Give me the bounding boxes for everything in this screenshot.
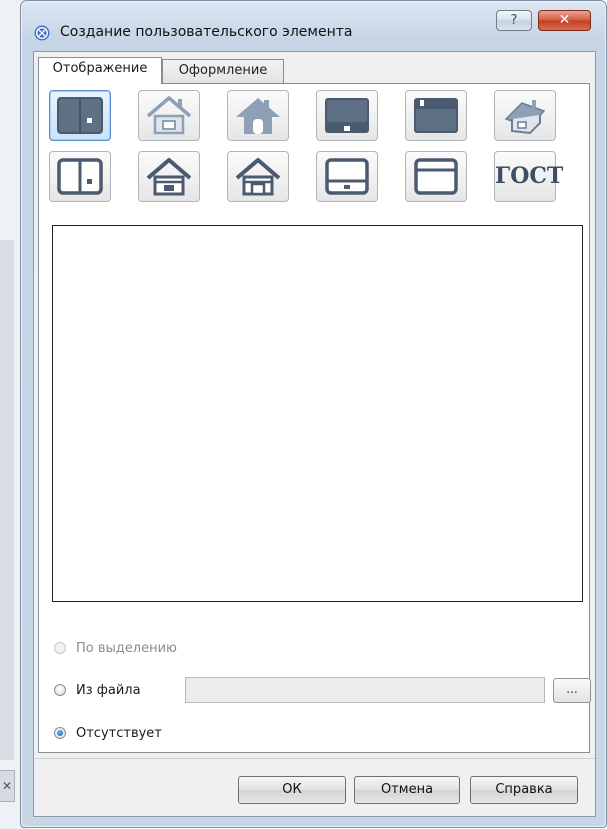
help-button[interactable]: Справка [470,776,578,804]
house-outline-light-icon [146,96,192,135]
dialog-client-area: Отображение Оформление ГОСТ По выделению… [33,51,596,817]
footer-separator [34,758,595,759]
house-empty-outline-icon [235,158,281,196]
icon-button-house-empty-outline[interactable] [227,151,289,202]
panel-top-filled-icon [414,98,458,133]
gost-icon: ГОСТ [495,163,564,189]
ok-button[interactable]: ОК [238,776,346,804]
block-filled-icon [57,97,103,134]
panel-top-outline-icon [414,158,458,195]
panel-bottom-filled-icon [325,98,369,133]
radio-label-none: Отсутствует [76,725,162,741]
browse-button[interactable]: ... [553,678,591,703]
icon-button-block-filled[interactable] [49,90,111,141]
radio-label-from-selection: По выделению [76,640,177,656]
icon-button-house-outline[interactable] [138,151,200,202]
house-3d-icon [504,100,546,135]
icon-button-house-door-light[interactable] [227,90,289,141]
radio-button-from-file[interactable] [54,684,66,696]
background-window-edge [0,240,14,760]
icon-button-panel-bottom-outline[interactable] [316,151,378,202]
house-outline-icon [146,158,192,196]
dialog-title: Создание пользовательского элемента [60,24,353,40]
background-close-icon[interactable]: ✕ [0,770,15,802]
create-custom-element-dialog: Создание пользовательского элемента ? ✕ … [20,0,607,828]
radio-option-none[interactable]: Отсутствует [54,724,162,742]
app-logo-icon [34,25,50,41]
icon-button-house-outline-light[interactable] [138,90,200,141]
icon-button-house-3d[interactable] [494,90,556,141]
help-title-button[interactable]: ? [496,10,532,31]
icon-button-gost[interactable]: ГОСТ [494,151,564,202]
icon-button-panel-top-outline[interactable] [405,151,467,202]
radio-option-from-selection[interactable]: По выделению [54,639,177,657]
icon-button-panel-top-filled[interactable] [405,90,467,141]
block-outline-icon [57,158,103,195]
element-preview-area [52,225,583,602]
radio-label-from-file: Из файла [76,682,141,698]
radio-button-none[interactable] [54,727,66,739]
radio-option-from-file[interactable]: Из файла [54,681,141,699]
panel-bottom-outline-icon [325,158,369,195]
tab-styling[interactable]: Оформление [162,59,284,83]
house-door-light-icon [236,98,280,134]
cancel-button[interactable]: Отмена [354,776,460,804]
title-bar[interactable]: Создание пользовательского элемента ? ✕ [21,1,606,51]
file-path-input[interactable] [185,677,545,703]
close-button[interactable]: ✕ [538,10,591,31]
icon-button-block-outline[interactable] [49,151,111,202]
tab-display[interactable]: Отображение [38,57,162,84]
radio-button-from-selection[interactable] [54,642,66,654]
icon-button-panel-bottom-filled[interactable] [316,90,378,141]
